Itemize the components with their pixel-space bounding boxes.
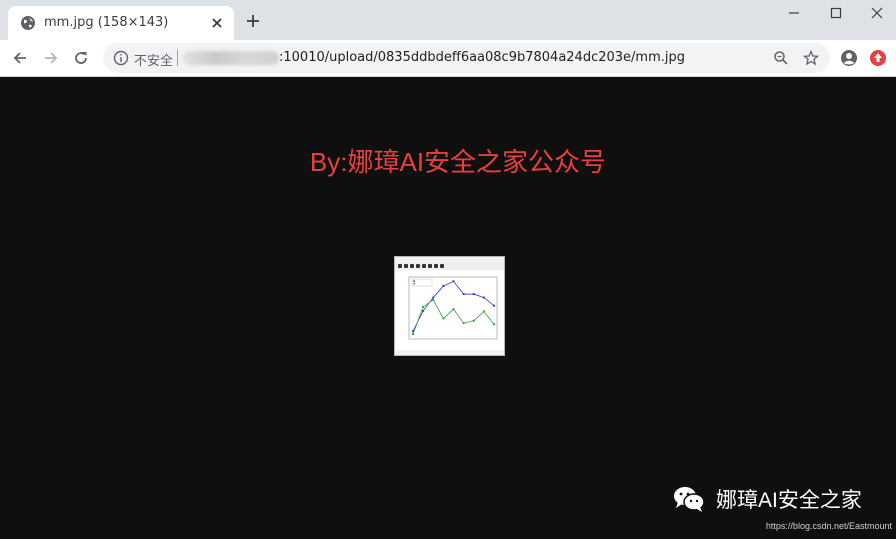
thumbnail-tool: [416, 264, 420, 268]
data-point: [432, 296, 435, 299]
data-point: [442, 317, 445, 320]
browser-tab[interactable]: mm.jpg (158×143): [8, 6, 234, 40]
data-point: [493, 323, 495, 326]
data-point: [422, 309, 425, 312]
data-point: [412, 333, 414, 336]
data-point: [452, 308, 455, 311]
overlay-title: By:娜璋AI安全之家公众号: [309, 147, 607, 177]
bookmark-star-icon[interactable]: [803, 50, 819, 66]
zoom-icon[interactable]: [773, 50, 789, 66]
data-point: [442, 284, 445, 287]
reload-icon[interactable]: [73, 50, 89, 66]
data-point: [462, 322, 465, 325]
thumbnail-toolbar: [395, 263, 504, 270]
thumbnail-tool: [428, 264, 432, 268]
thumbnail-tool: [398, 264, 402, 268]
close-tab-icon[interactable]: [210, 16, 224, 30]
tab-bar: mm.jpg (158×143): [0, 0, 896, 40]
data-point: [482, 310, 485, 313]
url-text[interactable]: :10010/upload/0835ddbdeff6aa08c9b7804a24…: [279, 50, 685, 65]
address-separator: [177, 50, 178, 66]
close-window-icon[interactable]: [870, 6, 884, 20]
browser-toolbar: 不安全 :10010/upload/0835ddbdeff6aa08c9b780…: [0, 40, 896, 77]
displayed-image: [394, 256, 505, 356]
data-point: [482, 296, 485, 299]
watermark-text: 娜璋AI安全之家: [716, 489, 862, 512]
globe-icon: [21, 16, 35, 30]
data-point: [432, 298, 435, 301]
legend-swatch: [413, 283, 415, 285]
legend-swatch: [413, 280, 415, 282]
forward-icon[interactable]: [43, 50, 59, 66]
back-icon[interactable]: [12, 50, 28, 66]
data-point: [462, 293, 465, 296]
data-point: [422, 305, 425, 308]
data-point: [452, 280, 455, 283]
maximize-icon[interactable]: [829, 6, 843, 20]
thumbnail-tool: [404, 264, 408, 268]
update-icon[interactable]: [869, 49, 887, 67]
redacted-host: [183, 51, 279, 65]
data-point: [472, 319, 475, 322]
thumbnail-line-chart: [408, 276, 498, 340]
profile-icon[interactable]: [840, 49, 858, 67]
new-tab-icon[interactable]: [246, 14, 260, 28]
legend-box: [411, 278, 433, 287]
plot-area: [408, 276, 498, 340]
thumbnail-tool: [434, 264, 438, 268]
data-point: [493, 304, 495, 307]
minimize-icon[interactable]: [787, 6, 801, 20]
thumbnail-tool: [440, 264, 444, 268]
thumbnail-tool: [410, 264, 414, 268]
security-label: 不安全: [134, 54, 174, 69]
data-point: [472, 293, 475, 296]
info-icon[interactable]: [113, 50, 129, 66]
tab-title: mm.jpg (158×143): [44, 15, 169, 30]
wechat-icon: [674, 487, 705, 512]
credit-text: https://blog.csdn.net/Eastmount: [765, 521, 892, 531]
thumbnail-tool: [422, 264, 426, 268]
address-bar[interactable]: 不安全 :10010/upload/0835ddbdeff6aa08c9b780…: [103, 43, 830, 73]
thumbnail-statusbar: [395, 350, 504, 355]
